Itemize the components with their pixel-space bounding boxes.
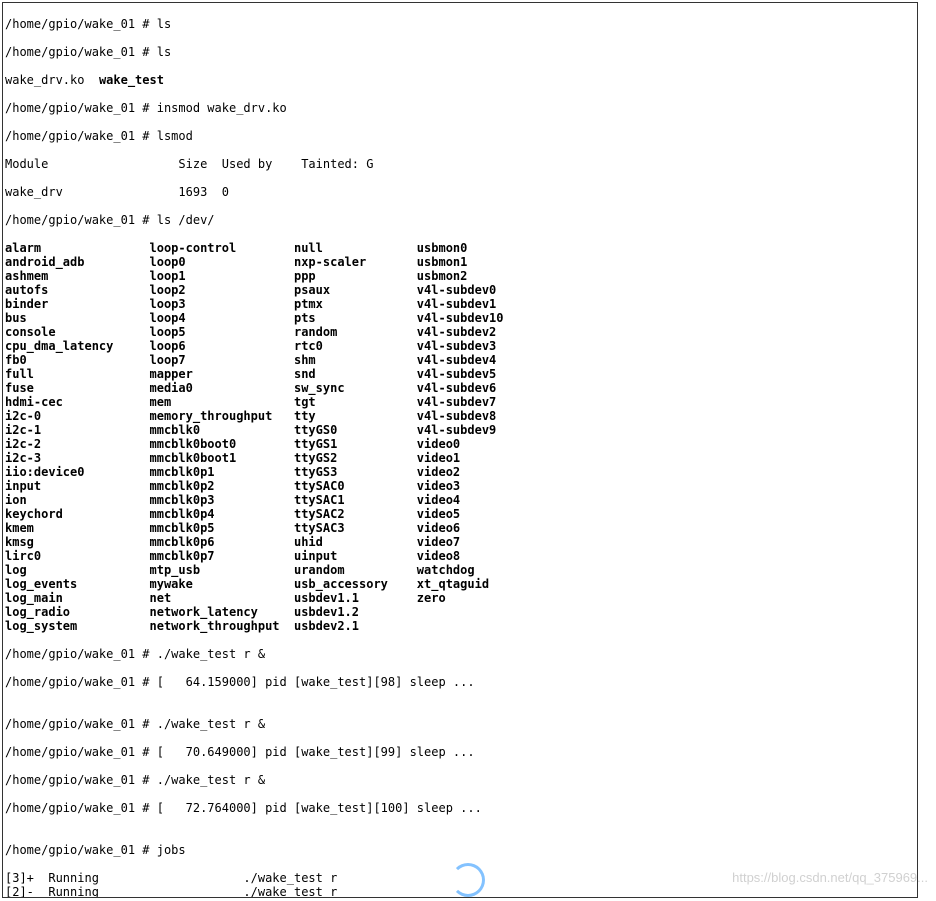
prompt-line: /home/gpio/wake_01 # jobs	[5, 843, 915, 857]
prompt-line: /home/gpio/wake_01 # ls	[5, 17, 915, 31]
prompt-line: /home/gpio/wake_01 # insmod wake_drv.ko	[5, 101, 915, 115]
prompt-line: /home/gpio/wake_01 # ls /dev/	[5, 213, 915, 227]
lsmod-row: wake_drv 1693 0	[5, 185, 915, 199]
prompt-line: /home/gpio/wake_01 # ./wake_test r &	[5, 647, 915, 661]
prompt-line: /home/gpio/wake_01 # ls	[5, 45, 915, 59]
kmsg-line: /home/gpio/wake_01 # [ 64.159000] pid [w…	[5, 675, 915, 689]
kmsg-line: /home/gpio/wake_01 # [ 72.764000] pid [w…	[5, 801, 915, 815]
ls-output: wake_drv.ko wake_test	[5, 73, 915, 87]
jobs-listing: [3]+ Running ./wake_test r [2]- Running …	[5, 871, 915, 898]
terminal-viewport[interactable]: /home/gpio/wake_01 # ls /home/gpio/wake_…	[2, 2, 918, 898]
terminal-output: /home/gpio/wake_01 # ls /home/gpio/wake_…	[5, 3, 915, 898]
prompt-line: /home/gpio/wake_01 # lsmod	[5, 129, 915, 143]
prompt-line: /home/gpio/wake_01 # ./wake_test r &	[5, 773, 915, 787]
lsmod-header: Module Size Used by Tainted: G	[5, 157, 915, 171]
dev-listing: alarm loop-control null usbmon0 android_…	[5, 241, 915, 633]
prompt-line: /home/gpio/wake_01 # ./wake_test r &	[5, 717, 915, 731]
kmsg-line: /home/gpio/wake_01 # [ 70.649000] pid [w…	[5, 745, 915, 759]
